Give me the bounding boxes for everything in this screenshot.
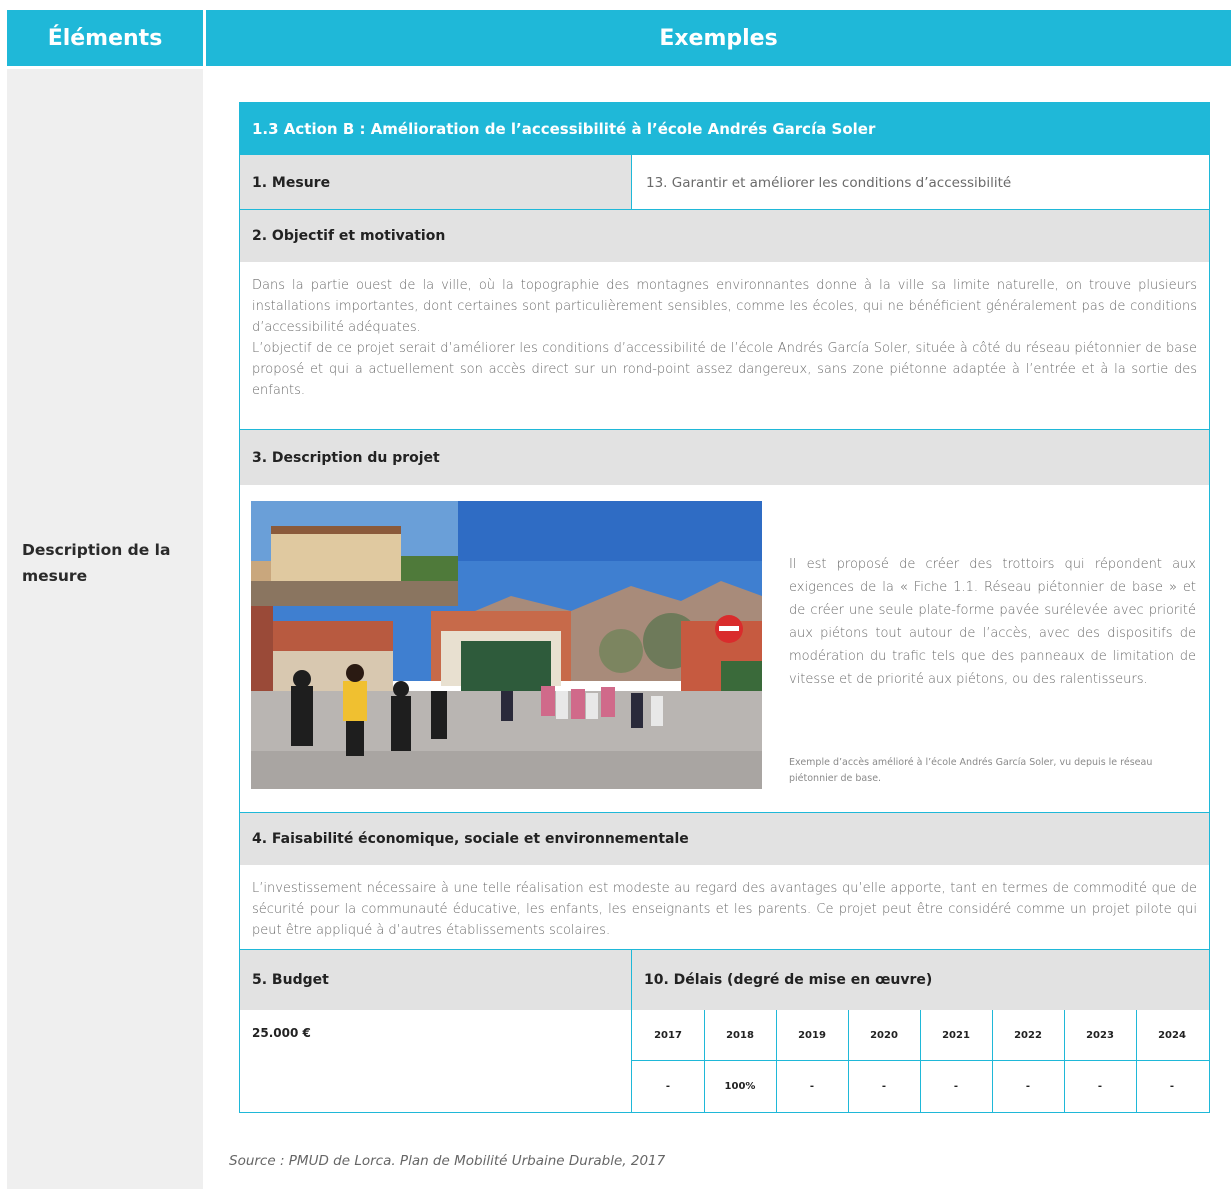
left-column [7, 69, 203, 1189]
photo-caption: Exemple d’accès amélioré à l’école André… [789, 757, 1153, 784]
mesure-value: 13. Garantir et améliorer les conditions… [646, 174, 1012, 191]
source-note: Source : PMUD de Lorca. Plan de Mobilité… [229, 1153, 666, 1169]
budget-label: 5. Budget [240, 950, 631, 1010]
year-value-cell: - [665, 1081, 671, 1092]
faisabilite-label: 4. Faisabilité économique, sociale et en… [240, 813, 1209, 865]
faisabilite-paragraph: L’investissement nécessaire à une telle … [252, 881, 1197, 938]
year-cell: 2021 [942, 1029, 970, 1041]
year-cell: 2022 [1014, 1029, 1042, 1041]
year-cell: 2024 [1158, 1029, 1186, 1041]
delais-label: 10. Délais (degré de mise en œuvre) [632, 950, 1209, 1010]
year-value-cell: - [881, 1081, 887, 1092]
year-value-cell: - [1025, 1081, 1031, 1092]
mesure-label: 1. Mesure [240, 155, 631, 210]
objectif-paragraph-1: Dans la partie ouest de la ville, où la … [252, 278, 1197, 335]
card-title: 1.3 Action B : Amélioration de l’accessi… [240, 103, 1209, 155]
header-elements: Éléments [7, 10, 203, 66]
year-cell: 2020 [870, 1029, 898, 1041]
year-value-cell: - [1097, 1081, 1103, 1092]
school-access-photo [251, 501, 762, 789]
budget-value: 25.000 € [252, 1026, 311, 1040]
year-cell: 2019 [798, 1029, 826, 1041]
year-value-cell: - [953, 1081, 959, 1092]
year-cell: 2018 [726, 1029, 754, 1041]
description-text: Il est proposé de créer des trottoirs qu… [789, 557, 1196, 687]
description-label: 3. Description du projet [240, 430, 1209, 485]
year-cell: 2017 [654, 1029, 682, 1041]
objectif-label: 2. Objectif et motivation [240, 210, 1209, 262]
objectif-paragraph-2: L’objectif de ce projet serait d’amélior… [252, 341, 1197, 398]
year-value-cell: - [1169, 1081, 1175, 1092]
header-examples: Exemples [206, 10, 1231, 66]
measure-description-label: Description de la mesure [22, 541, 171, 585]
action-card: 1.3 Action B : Amélioration de l’accessi… [239, 102, 1210, 1113]
faisabilite-text: L’investissement nécessaire à une telle … [240, 865, 1209, 949]
objectif-text: Dans la partie ouest de la ville, où la … [240, 262, 1209, 429]
year-value-cell: 100% [724, 1081, 756, 1092]
school-access-photo-image [251, 501, 762, 789]
year-cell: 2023 [1086, 1029, 1114, 1041]
year-value-cell: - [809, 1081, 815, 1092]
